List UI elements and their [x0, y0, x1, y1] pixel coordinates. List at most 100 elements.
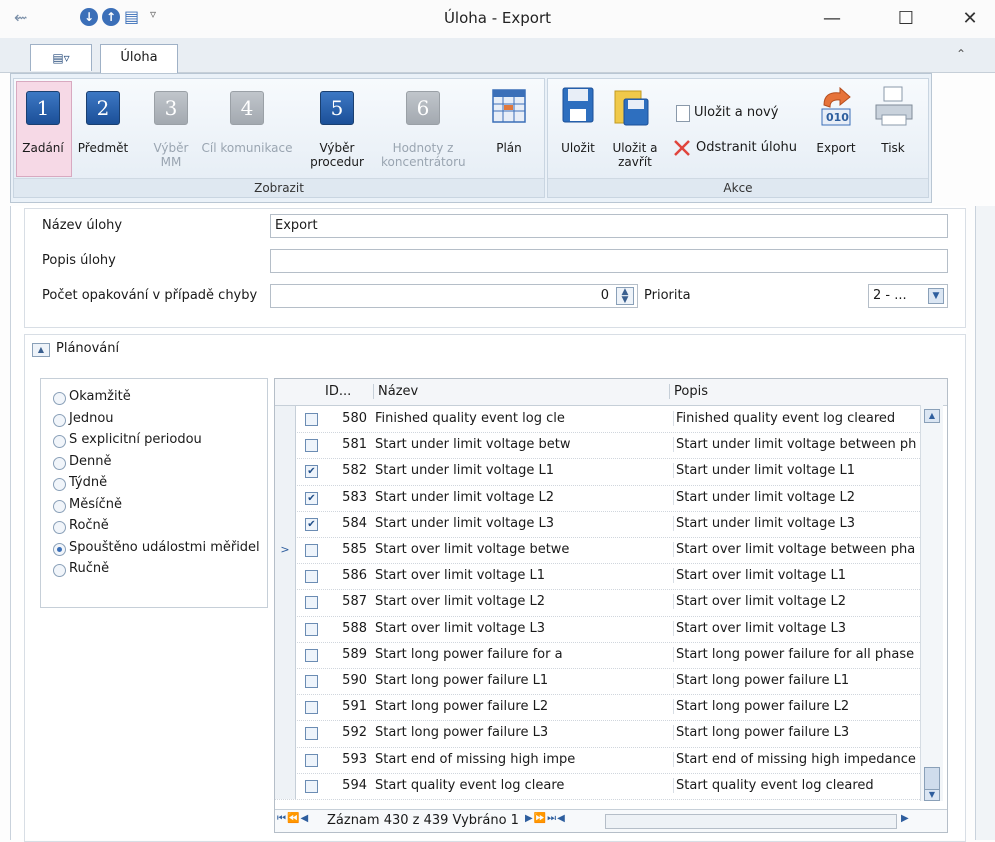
schedule-option-label[interactable]: Okamžitě [69, 389, 131, 404]
table-row[interactable]: 591 Start long power failure L2 Start long… [275, 694, 920, 722]
schedule-option-label[interactable]: Měsíčně [69, 497, 122, 512]
row-indicator[interactable] [275, 510, 296, 537]
step-3-label-line1[interactable]: Výběr [141, 141, 201, 155]
schedule-radio-3[interactable] [53, 456, 66, 470]
printer-icon[interactable] [874, 85, 914, 129]
table-row[interactable]: >585 Start over limit voltage betwe Start … [275, 537, 920, 565]
row-indicator[interactable] [275, 772, 296, 799]
step-4-button[interactable]: 4 [230, 91, 264, 125]
table-row[interactable]: ✔ 582 Start under limit voltage L1 Start un… [275, 458, 920, 486]
row-indicator[interactable] [275, 641, 296, 668]
table-row[interactable]: ✔ 584 Start under limit voltage L3 Start un… [275, 510, 920, 538]
scroll-right-icon[interactable]: ▶ [901, 813, 909, 824]
collapse-section-icon[interactable]: ▲ [32, 343, 50, 357]
export-button-label[interactable]: Export [808, 141, 864, 155]
export-icon[interactable]: 010 [818, 86, 854, 127]
row-checkbox[interactable] [305, 413, 318, 426]
scroll-up-icon[interactable]: ▲ [924, 409, 940, 423]
schedule-radio-0[interactable] [53, 392, 66, 405]
new-document-icon[interactable] [676, 105, 690, 122]
column-header-name[interactable]: Název [373, 384, 668, 399]
schedule-option-label[interactable]: Týdně [69, 475, 107, 490]
minimize-button[interactable]: — [812, 6, 852, 32]
table-row[interactable]: 586 Start over limit voltage L1 Start over… [275, 563, 920, 591]
step-6-label-line1[interactable]: Hodnoty z [381, 141, 465, 155]
row-indicator[interactable] [275, 615, 296, 642]
retry-count-stepper[interactable]: 0 ▲ ▼ [270, 284, 638, 308]
row-indicator[interactable] [275, 484, 296, 511]
row-checkbox[interactable]: ✔ [305, 465, 318, 479]
save-and-close-label-1[interactable]: Uložit a [608, 141, 662, 155]
step-5-button[interactable]: 5 [320, 91, 354, 125]
step-6-button[interactable]: 6 [406, 91, 440, 125]
column-header-id[interactable]: ID... [325, 384, 369, 399]
plan-icon[interactable] [492, 89, 526, 123]
schedule-radio-1[interactable] [53, 413, 66, 427]
first-prev-nav-icons[interactable]: ⏮⏪◀ [277, 813, 309, 824]
row-checkbox[interactable] [305, 753, 318, 767]
row-checkbox[interactable] [305, 622, 318, 636]
step-2-button[interactable]: 2 [86, 91, 120, 125]
delete-task-button[interactable]: Odstranit úlohu [696, 141, 797, 155]
row-indicator[interactable] [275, 563, 296, 590]
schedule-option-label[interactable]: Jednou [69, 411, 114, 426]
row-checkbox[interactable] [305, 570, 318, 584]
row-checkbox[interactable]: ✔ [305, 491, 318, 505]
scroll-down-icon[interactable]: ▼ [924, 789, 940, 801]
save-and-new-button[interactable]: Uložit a nový [694, 106, 778, 120]
row-checkbox[interactable] [305, 779, 318, 793]
row-indicator[interactable] [275, 432, 296, 459]
row-indicator[interactable] [275, 720, 296, 747]
step-3-button[interactable]: 3 [154, 91, 188, 125]
save-and-close-icon[interactable] [614, 87, 652, 127]
table-row[interactable]: 592 Start long power failure L3 Start long… [275, 720, 920, 748]
application-menu-button[interactable]: ▤▿ [30, 44, 92, 71]
step-4-label-line1[interactable]: Cíl komunikace [198, 141, 296, 155]
step-5-label-line1[interactable]: Výběr [307, 141, 367, 155]
step-5-label-line2[interactable]: procedur [307, 155, 367, 169]
schedule-option-label[interactable]: Spouštěno událostmi měřidel [69, 540, 260, 555]
save-button-label[interactable]: Uložit [552, 141, 604, 155]
spin-buttons-icon[interactable]: ▲ ▼ [616, 287, 634, 305]
save-floppy-icon[interactable] [562, 87, 594, 123]
row-indicator[interactable] [275, 694, 296, 721]
table-row[interactable]: 590 Start long power failure L1 Start long… [275, 668, 920, 696]
row-checkbox[interactable] [305, 544, 318, 557]
schedule-option-label[interactable]: Ročně [69, 518, 109, 533]
table-row[interactable]: 593 Start end of missing high impe Start e… [275, 746, 920, 774]
row-indicator[interactable]: > [275, 537, 296, 564]
schedule-radio-7[interactable] [53, 542, 66, 556]
scroll-thumb[interactable] [924, 767, 940, 791]
tab-uloha[interactable]: Úloha [100, 44, 178, 73]
row-indicator[interactable] [275, 406, 296, 433]
table-row[interactable]: 589 Start long power failure for a Start l… [275, 641, 920, 669]
save-and-close-label-2[interactable]: zavřít [608, 155, 662, 169]
row-checkbox[interactable] [305, 701, 318, 715]
table-row[interactable]: 594 Start quality event log cleare Start q… [275, 772, 920, 800]
step-1-label-line1[interactable]: Zadání [17, 141, 69, 155]
maximize-button[interactable]: ☐ [886, 6, 926, 32]
table-row[interactable]: 581 Start under limit voltage betw Start u… [275, 432, 920, 460]
collapse-ribbon-icon[interactable]: ⌃ [956, 47, 966, 61]
schedule-option-label[interactable]: S explicitní periodou [69, 432, 202, 447]
schedule-option-label[interactable]: Denně [69, 454, 112, 469]
row-checkbox[interactable] [305, 675, 318, 688]
priority-select[interactable]: 2 - ... ▼ [868, 284, 948, 308]
grid-horizontal-scrollbar[interactable] [605, 814, 897, 829]
form-vertical-scrollbar[interactable] [975, 206, 995, 840]
step-3-label-line2[interactable]: MM [141, 155, 201, 169]
row-indicator[interactable] [275, 458, 296, 485]
schedule-option-label[interactable]: Ručně [69, 561, 109, 576]
chevron-down-icon[interactable]: ▼ [928, 288, 944, 304]
row-checkbox[interactable]: ✔ [305, 517, 318, 531]
row-checkbox[interactable] [305, 596, 318, 610]
row-indicator[interactable] [275, 746, 296, 773]
task-name-input[interactable]: Export [270, 214, 948, 238]
step-6-label-line2[interactable]: koncentrátoru [381, 155, 466, 169]
next-last-nav-icons[interactable]: ▶⏩⏭◀ [525, 813, 566, 824]
table-row[interactable]: 587 Start over limit voltage L2 Start over… [275, 589, 920, 617]
schedule-radio-5[interactable] [53, 499, 66, 513]
row-checkbox[interactable] [305, 727, 318, 741]
plan-button-label[interactable]: Plán [484, 141, 534, 155]
delete-icon[interactable] [672, 138, 692, 158]
